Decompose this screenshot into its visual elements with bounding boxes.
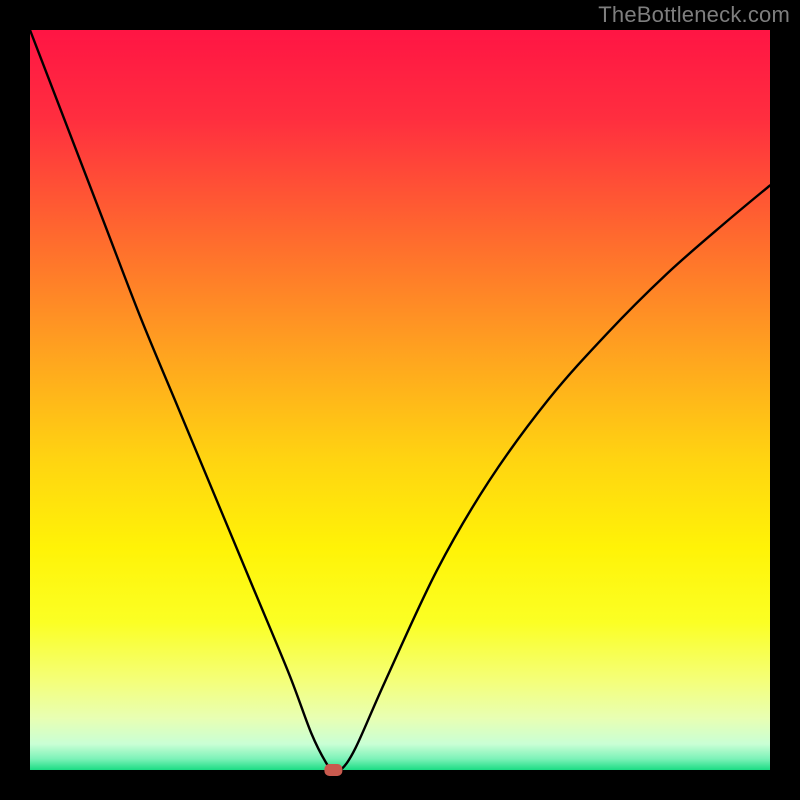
chart-frame: TheBottleneck.com <box>0 0 800 800</box>
optimal-marker <box>324 764 342 776</box>
plot-background <box>30 30 770 770</box>
bottleneck-chart <box>0 0 800 800</box>
watermark-text: TheBottleneck.com <box>598 2 790 28</box>
